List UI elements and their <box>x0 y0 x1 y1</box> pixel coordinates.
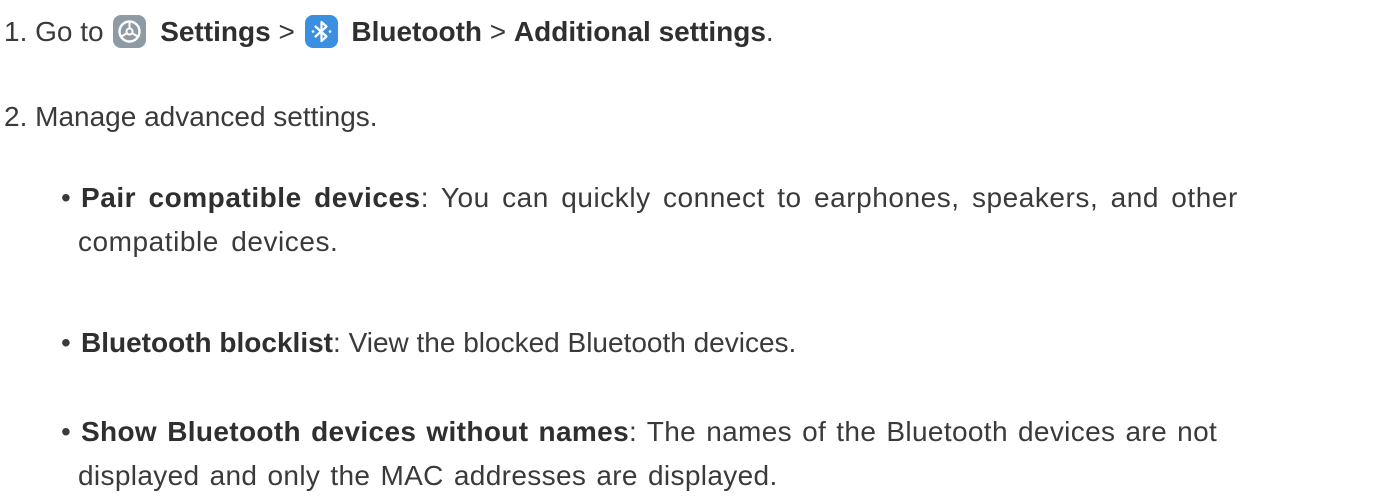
bluetooth-icon <box>304 15 338 48</box>
bullet-marker: • <box>61 182 72 213</box>
sentence-end: . <box>765 16 774 47</box>
bullet-separator: : <box>420 182 430 213</box>
bullet-description: You can quickly connect to earphones, sp… <box>440 182 1238 213</box>
settings-gear-icon <box>113 15 147 48</box>
bullet-description-continued: compatible devices. <box>78 226 339 257</box>
bullet-separator: : <box>629 416 638 447</box>
bullet-description: The names of the Bluetooth devices are n… <box>646 416 1218 447</box>
step-1: 1. Go to Settings > Bluetooth > Addition… <box>4 12 774 52</box>
document: 1. Go to Settings > Bluetooth > Addition… <box>0 0 1397 497</box>
step-1-prefix: 1. Go to <box>4 16 104 47</box>
bullet-term: Pair compatible devices <box>81 182 421 213</box>
bullet-description: View the blocked Bluetooth devices. <box>348 327 797 358</box>
additional-settings-label: Additional settings <box>513 16 766 47</box>
list-item-bluetooth-blocklist: • Bluetooth blocklist: View the blocked B… <box>58 321 1376 365</box>
bullet-marker: • <box>61 416 72 447</box>
step-2: 2. Manage advanced settings. <box>4 101 378 132</box>
bluetooth-label: Bluetooth <box>351 16 482 47</box>
breadcrumb-separator: > <box>278 16 295 47</box>
bullet-term: Show Bluetooth devices without names <box>81 416 629 447</box>
list-item-pair-compatible-devices: • Pair compatible devices: You can quickl… <box>58 176 1376 264</box>
list-item-show-devices-without-names: • Show Bluetooth devices without names: T… <box>58 410 1376 498</box>
breadcrumb-separator: > <box>489 16 507 47</box>
bullet-marker: • <box>61 327 71 358</box>
bullet-term: Bluetooth blocklist <box>81 327 333 358</box>
bullet-description-continued: displayed and only the MAC addresses are… <box>78 460 778 491</box>
settings-label: Settings <box>160 16 271 47</box>
bullet-separator: : <box>333 327 341 358</box>
